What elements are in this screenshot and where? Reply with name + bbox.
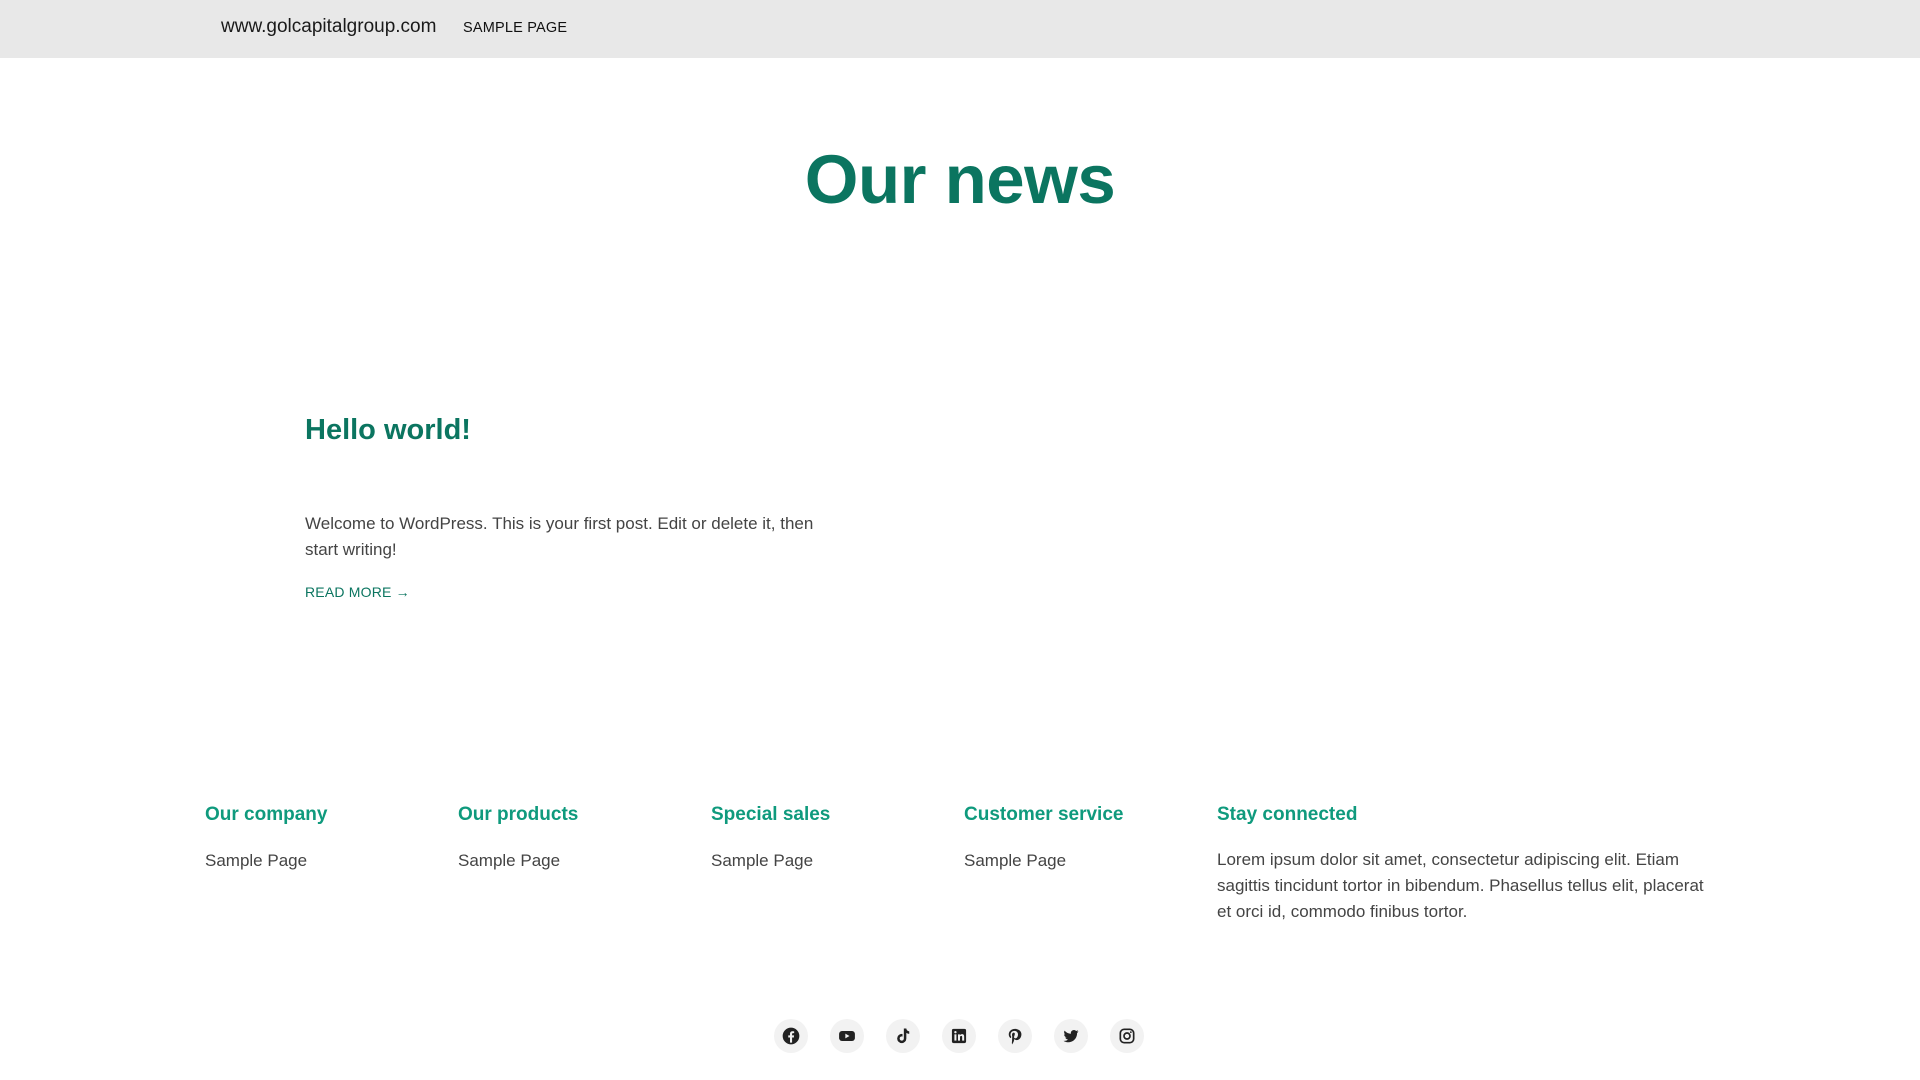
footer-heading: Stay connected xyxy=(1217,804,1358,825)
post-excerpt: Welcome to WordPress. This is your first… xyxy=(305,514,814,559)
youtube-icon[interactable] xyxy=(830,1019,864,1053)
social-links xyxy=(774,1019,1144,1053)
footer-heading: Our products xyxy=(458,804,579,825)
footer-heading: Our company xyxy=(205,804,328,825)
page-title: Our news xyxy=(804,141,1116,218)
pinterest-icon[interactable] xyxy=(998,1019,1032,1053)
instagram-icon[interactable] xyxy=(1110,1019,1144,1053)
nav-link-sample-page[interactable]: SAMPLE PAGE xyxy=(463,20,567,36)
read-more-link[interactable]: READ MORE → xyxy=(305,584,410,600)
twitter-icon[interactable] xyxy=(1054,1019,1088,1053)
footer-column-our-company: Our company Sample Page xyxy=(205,804,327,871)
site-title-link[interactable]: www.golcapitalgroup.com xyxy=(221,16,436,38)
facebook-icon[interactable] xyxy=(774,1019,808,1053)
footer-heading: Customer service xyxy=(964,804,1124,825)
footer-link-sample-page[interactable]: Sample Page xyxy=(205,851,327,871)
post-title-link[interactable]: Hello world! xyxy=(305,414,471,447)
linkedin-icon[interactable] xyxy=(942,1019,976,1053)
tiktok-icon[interactable] xyxy=(886,1019,920,1053)
footer-column-customer-service: Customer service Sample Page xyxy=(964,804,1123,871)
footer-column-stay-connected: Stay connected Lorem ipsum dolor sit ame… xyxy=(1217,804,1717,925)
footer-heading: Special sales xyxy=(711,804,831,825)
footer-link-sample-page[interactable]: Sample Page xyxy=(711,851,830,871)
footer-column-our-products: Our products Sample Page xyxy=(458,804,578,871)
top-navigation-bar: www.golcapitalgroup.com SAMPLE PAGE xyxy=(0,0,1920,58)
footer-link-sample-page[interactable]: Sample Page xyxy=(458,851,578,871)
footer-column-special-sales: Special sales Sample Page xyxy=(711,804,830,871)
footer-link-sample-page[interactable]: Sample Page xyxy=(964,851,1123,871)
stay-connected-text: Lorem ipsum dolor sit amet, consectetur … xyxy=(1217,850,1704,921)
